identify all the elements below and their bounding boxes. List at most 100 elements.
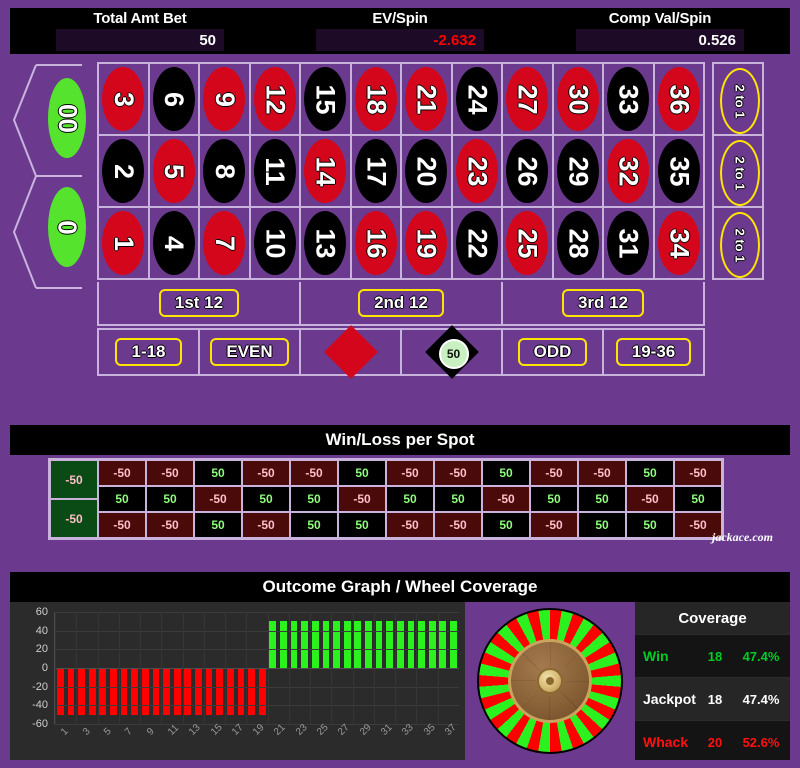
bet-spot-20[interactable]: 20 bbox=[402, 136, 453, 208]
bet-spot-red[interactable] bbox=[301, 325, 402, 379]
chart-vgridline bbox=[55, 612, 56, 724]
bet-spot-15[interactable]: 15 bbox=[301, 64, 352, 136]
winloss-cell: -50 bbox=[530, 512, 578, 538]
stat-value-box: 50 bbox=[56, 29, 224, 51]
number-oval: 12 bbox=[253, 67, 296, 131]
bet-spot-1-18[interactable]: 1-18 bbox=[99, 328, 200, 376]
bet-spot-19[interactable]: 19 bbox=[402, 208, 453, 280]
outcome-bar-chart: 60 40 20 0 -20 -40 -60 1 3 5 7 9 11 13 15 17 19 21 23 25 27… bbox=[10, 602, 465, 760]
bet-spot-16[interactable]: 16 bbox=[351, 208, 402, 280]
stat-label: Comp Val/Spin bbox=[608, 10, 712, 27]
number-oval: 8 bbox=[203, 139, 246, 203]
bet-spot-9[interactable]: 9 bbox=[200, 64, 251, 136]
chart-bar bbox=[67, 668, 75, 715]
bet-spot-2[interactable]: 2 bbox=[99, 136, 150, 208]
bet-spot-36[interactable]: 36 bbox=[654, 64, 705, 136]
stat-value: 0.526 bbox=[698, 31, 736, 49]
chart-bar bbox=[311, 621, 319, 668]
chart-bar bbox=[216, 668, 224, 715]
bet-chip[interactable]: 50 bbox=[438, 339, 469, 369]
column-bet-ring: 2 to 1 bbox=[720, 212, 760, 278]
chart-bar bbox=[141, 668, 149, 715]
bet-spot-dozen-2[interactable]: 2nd 12 bbox=[301, 282, 503, 326]
number-oval: 27 bbox=[506, 67, 549, 131]
bet-spot-34[interactable]: 34 bbox=[654, 208, 705, 280]
bet-spot-28[interactable]: 28 bbox=[553, 208, 604, 280]
bet-spot-21[interactable]: 21 bbox=[402, 64, 453, 136]
bet-spot-31[interactable]: 31 bbox=[604, 208, 655, 280]
dozen-label: 2nd 12 bbox=[358, 289, 444, 317]
winloss-cell: 50 bbox=[578, 512, 626, 538]
bet-spot-33[interactable]: 33 bbox=[604, 64, 655, 136]
stat-label: EV/Spin bbox=[372, 10, 428, 27]
chart-vgridline bbox=[331, 612, 333, 724]
bet-spot-29[interactable]: 29 bbox=[553, 136, 604, 208]
chart-y-tick-label: -20 bbox=[32, 680, 48, 693]
bet-spot-14[interactable]: 14 bbox=[301, 136, 352, 208]
bet-spot-black[interactable]: 50 bbox=[402, 325, 503, 379]
chart-bar bbox=[407, 621, 415, 668]
bet-spot-even[interactable]: EVEN bbox=[200, 328, 301, 376]
bet-spot-27[interactable]: 27 bbox=[503, 64, 554, 136]
bet-spot-30[interactable]: 30 bbox=[553, 64, 604, 136]
chart-plot-area bbox=[54, 612, 459, 725]
winloss-cell: -50 bbox=[434, 512, 482, 538]
bet-spot-26[interactable]: 26 bbox=[503, 136, 554, 208]
bet-spot-6[interactable]: 6 bbox=[149, 64, 200, 136]
chart-x-tick-label: 9 bbox=[144, 726, 157, 738]
number-oval: 16 bbox=[354, 211, 397, 275]
winloss-cell: -50 bbox=[674, 460, 722, 486]
bet-spot-odd[interactable]: ODD bbox=[503, 328, 604, 376]
bet-spot-4[interactable]: 4 bbox=[149, 208, 200, 280]
bet-spot-column-2[interactable]: 2 to 1 bbox=[714, 136, 764, 208]
chart-bar bbox=[120, 668, 128, 715]
bet-spot-dozen-1[interactable]: 1st 12 bbox=[99, 282, 301, 326]
bet-spot-7[interactable]: 7 bbox=[200, 208, 251, 280]
number-label: 7 bbox=[209, 235, 240, 251]
chart-bar bbox=[290, 621, 298, 668]
bet-spot-24[interactable]: 24 bbox=[452, 64, 503, 136]
number-label: 18 bbox=[361, 83, 392, 115]
bet-spot-5[interactable]: 5 bbox=[149, 136, 200, 208]
bet-spot-25[interactable]: 25 bbox=[503, 208, 554, 280]
bet-spot-12[interactable]: 12 bbox=[250, 64, 301, 136]
bet-spot-dozen-3[interactable]: 3rd 12 bbox=[503, 282, 705, 326]
chart-bar bbox=[354, 621, 362, 668]
winloss-cell: -50 bbox=[338, 486, 386, 512]
outside-bets: 1-18 EVEN 50 ODD 19-36 bbox=[97, 325, 705, 379]
bet-spot-35[interactable]: 35 bbox=[654, 136, 705, 208]
stat-value-box: -2.632 bbox=[316, 29, 484, 51]
column-bets: 2 to 1 2 to 1 2 to 1 bbox=[712, 62, 764, 280]
stat-value: 50 bbox=[199, 31, 216, 49]
number-label: 23 bbox=[462, 155, 493, 187]
bet-spot-8[interactable]: 8 bbox=[200, 136, 251, 208]
number-label: 11 bbox=[260, 156, 291, 186]
bet-spot-19-36[interactable]: 19-36 bbox=[604, 328, 705, 376]
bet-spot-1[interactable]: 1 bbox=[99, 208, 150, 280]
bet-spot-column-3[interactable]: 2 to 1 bbox=[714, 208, 764, 280]
bet-spot-10[interactable]: 10 bbox=[250, 208, 301, 280]
bet-spot-17[interactable]: 17 bbox=[351, 136, 402, 208]
coverage-count: 20 bbox=[707, 734, 723, 750]
bet-spot-13[interactable]: 13 bbox=[301, 208, 352, 280]
bet-spot-32[interactable]: 32 bbox=[604, 136, 655, 208]
number-label: 4 bbox=[159, 235, 190, 251]
bet-spot-18[interactable]: 18 bbox=[351, 64, 402, 136]
bet-spot-11[interactable]: 11 bbox=[250, 136, 301, 208]
chart-bar bbox=[375, 621, 383, 668]
winloss-cell: -50 bbox=[530, 460, 578, 486]
number-label: 17 bbox=[361, 155, 392, 187]
winloss-cell: -50 bbox=[482, 486, 530, 512]
number-label: 6 bbox=[159, 91, 190, 107]
bet-spot-column-1[interactable]: 2 to 1 bbox=[714, 64, 764, 136]
number-oval: 18 bbox=[354, 67, 397, 131]
bet-spot-3[interactable]: 3 bbox=[99, 64, 150, 136]
chart-vgridline bbox=[118, 612, 120, 724]
number-oval: 13 bbox=[304, 211, 347, 275]
bet-spot-23[interactable]: 23 bbox=[452, 136, 503, 208]
number-label: 31 bbox=[613, 227, 644, 259]
number-label: 29 bbox=[563, 155, 594, 187]
bet-spot-22[interactable]: 22 bbox=[452, 208, 503, 280]
chart-bar bbox=[163, 668, 170, 715]
winloss-cell: 50 bbox=[338, 512, 386, 538]
